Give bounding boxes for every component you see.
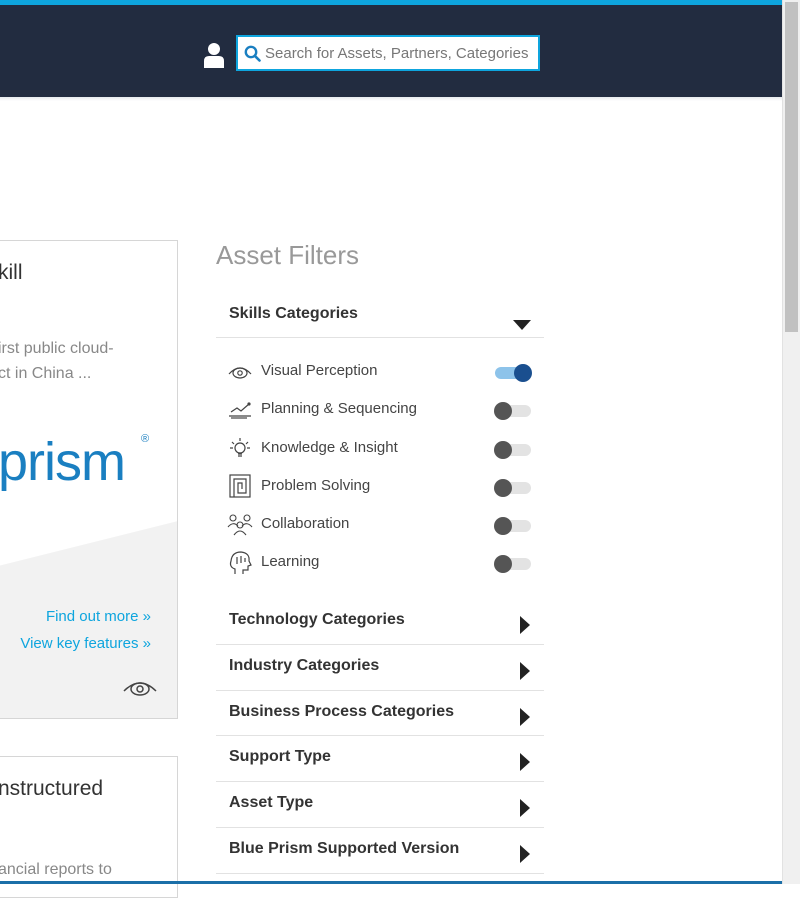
caret-right-icon [520,616,530,634]
collaboration-toggle[interactable] [493,517,533,535]
skill-item-collaboration[interactable]: Collaboration [216,507,544,545]
eye-icon [228,367,252,379]
search-input[interactable] [261,38,537,68]
card-title: nstructured [0,777,104,800]
caret-right-icon [520,753,530,771]
planning-sequencing-toggle[interactable] [493,402,533,420]
skill-item-learning[interactable]: Learning [216,545,544,583]
card-title: kill [0,261,23,284]
technology-categories-header[interactable]: Technology Categories [216,598,544,645]
caret-right-icon [520,662,530,680]
card-description: irst public cloud- ct in China ... [0,340,114,382]
site-header [0,5,782,97]
scrollbar-thumb[interactable] [785,2,798,332]
search-icon [244,45,261,62]
skill-item-visual-perception[interactable]: Visual Perception [216,354,544,392]
learning-toggle[interactable] [493,555,533,573]
visual-perception-toggle[interactable] [493,364,533,382]
skill-label: Visual Perception [261,362,378,379]
people-icon [227,514,253,536]
header-shadow [0,97,782,101]
skill-item-problem-solving[interactable]: Problem Solving [216,469,544,507]
skills-categories-header[interactable]: Skills Categories [216,289,544,338]
search-box[interactable] [236,35,540,71]
skill-item-planning-sequencing[interactable]: Planning & Sequencing [216,392,544,430]
view-key-features-link[interactable]: View key features » [20,635,151,652]
lightbulb-icon [230,438,250,457]
section-label: Technology Categories [229,611,405,628]
find-out-more-link[interactable]: Find out more » [46,608,151,625]
caret-right-icon [520,708,530,726]
card-description: ancial reports to [0,861,112,878]
card-logo: prism [0,432,126,492]
skill-label: Knowledge & Insight [261,439,398,456]
asset-card[interactable]: nstructured ancial reports to [0,756,178,898]
asset-filters-title: Asset Filters [216,240,360,270]
problem-solving-toggle[interactable] [493,479,533,497]
page-scrollbar[interactable] [782,0,800,884]
planning-icon [229,402,251,419]
user-icon[interactable] [203,42,225,68]
section-label: Asset Type [229,794,314,811]
maze-icon [229,474,251,498]
skill-label: Collaboration [261,515,350,532]
eye-icon [123,682,157,696]
section-label: Business Process Categories [229,703,454,720]
caret-right-icon [520,799,530,817]
head-icon [229,551,252,574]
caret-down-icon [513,320,531,330]
skill-label: Problem Solving [261,477,371,494]
asset-card[interactable]: kill irst public cloud- ct in China ... … [0,240,178,719]
industry-categories-header[interactable]: Industry Categories [216,645,544,691]
section-label: Skills Categories [229,305,358,322]
section-label: Support Type [229,748,331,765]
skill-item-knowledge-insight[interactable]: Knowledge & Insight [216,431,544,469]
skill-label: Learning [261,553,320,570]
section-label: Industry Categories [229,657,380,674]
skill-label: Planning & Sequencing [261,400,417,417]
business-process-categories-header[interactable]: Business Process Categories [216,691,544,736]
registered-mark: ® [141,433,150,445]
knowledge-insight-toggle[interactable] [493,441,533,459]
section-label: Blue Prism Supported Version [229,840,460,857]
caret-right-icon [520,845,530,863]
asset-type-header[interactable]: Asset Type [216,782,544,828]
support-type-header[interactable]: Support Type [216,736,544,782]
blue-prism-supported-version-header[interactable]: Blue Prism Supported Version [216,828,544,874]
